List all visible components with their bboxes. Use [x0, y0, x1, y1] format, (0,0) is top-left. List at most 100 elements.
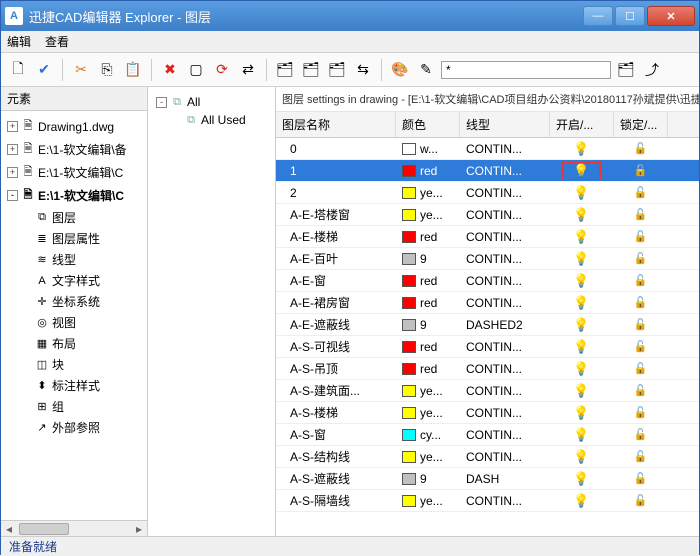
bulb-icon[interactable]: 💡 — [573, 185, 589, 201]
cell-linetype[interactable]: CONTIN... — [460, 208, 550, 222]
expand-icon[interactable]: - — [7, 190, 18, 201]
lock-icon[interactable]: 🔓 — [634, 318, 648, 331]
brush-icon[interactable]: ✎ — [415, 59, 437, 81]
filter-tree[interactable]: -⧉All⧉All Used — [148, 87, 275, 135]
layer-states-icon[interactable]: 🗂 — [326, 59, 348, 81]
cell-on[interactable]: 💡 — [550, 405, 614, 421]
swap-icon[interactable]: ⇆ — [352, 59, 374, 81]
bulb-icon[interactable]: 💡 — [573, 471, 589, 487]
table-row[interactable]: A-E-楼梯redCONTIN...💡🔓 — [276, 226, 699, 248]
col-linetype[interactable]: 线型 — [460, 112, 550, 137]
bulb-icon[interactable]: 💡 — [573, 207, 589, 223]
tree-child-item[interactable]: ⧉图层 — [3, 207, 145, 228]
cell-linetype[interactable]: CONTIN... — [460, 362, 550, 376]
layer-filter1-icon[interactable]: 🗂 — [274, 59, 296, 81]
cell-linetype[interactable]: DASHED2 — [460, 318, 550, 332]
cell-on[interactable]: 💡 — [550, 229, 614, 245]
new-doc-icon[interactable]: 🗋 — [7, 59, 29, 81]
bulb-icon[interactable]: 💡 — [573, 405, 589, 421]
filter-item[interactable]: ⧉All Used — [152, 111, 271, 129]
cell-linetype[interactable]: CONTIN... — [460, 450, 550, 464]
table-row[interactable]: A-E-遮蔽线9DASHED2💡🔓 — [276, 314, 699, 336]
new-layer-icon[interactable]: ▢ — [185, 59, 207, 81]
maximize-button[interactable]: ☐ — [615, 6, 645, 26]
cell-color[interactable]: ye... — [396, 186, 460, 200]
export-icon[interactable]: ⤴ — [641, 59, 663, 81]
elements-tree[interactable]: +🗎Drawing1.dwg+🗎E:\1-软文编辑\备+🗎E:\1-软文编辑\C… — [1, 111, 147, 520]
cell-on[interactable]: 💡 — [550, 141, 614, 157]
lock-icon[interactable]: 🔓 — [634, 428, 648, 441]
table-row[interactable]: A-S-楼梯ye...CONTIN...💡🔓 — [276, 402, 699, 424]
lock-icon[interactable]: 🔓 — [634, 472, 648, 485]
cell-linetype[interactable]: CONTIN... — [460, 406, 550, 420]
color-icon[interactable]: 🎨 — [389, 59, 411, 81]
cell-lock[interactable]: 🔓 — [614, 450, 668, 463]
cell-linetype[interactable]: CONTIN... — [460, 142, 550, 156]
check-icon[interactable]: ✔ — [33, 59, 55, 81]
table-row[interactable]: A-S-结构线ye...CONTIN...💡🔓 — [276, 446, 699, 468]
table-row[interactable]: A-E-窗redCONTIN...💡🔓 — [276, 270, 699, 292]
cell-on[interactable]: 💡 — [550, 251, 614, 267]
cell-lock[interactable]: 🔓 — [614, 472, 668, 485]
cell-linetype[interactable]: CONTIN... — [460, 274, 550, 288]
bulb-icon[interactable]: 💡 — [573, 383, 589, 399]
cell-color[interactable]: ye... — [396, 494, 460, 508]
cell-linetype[interactable]: CONTIN... — [460, 164, 550, 178]
col-lock[interactable]: 锁定/... — [614, 112, 668, 137]
tree-child-item[interactable]: ▦布局 — [3, 333, 145, 354]
table-row[interactable]: A-S-隔墙线ye...CONTIN...💡🔓 — [276, 490, 699, 512]
filter-input[interactable] — [441, 61, 611, 79]
cell-on[interactable]: 💡 — [550, 361, 614, 377]
table-row[interactable]: A-S-遮蔽线9DASH💡🔓 — [276, 468, 699, 490]
cell-lock[interactable]: 🔓 — [614, 230, 668, 243]
bulb-icon[interactable]: 💡 — [573, 163, 589, 179]
cell-on[interactable]: 💡 — [550, 207, 614, 223]
cell-lock[interactable]: 🔓 — [614, 362, 668, 375]
copy-icon[interactable]: ⎘ — [96, 59, 118, 81]
expand-icon[interactable]: + — [7, 144, 18, 155]
table-row[interactable]: A-E-塔楼窗ye...CONTIN...💡🔓 — [276, 204, 699, 226]
cell-linetype[interactable]: CONTIN... — [460, 340, 550, 354]
lock-icon[interactable]: 🔓 — [634, 362, 648, 375]
table-row[interactable]: 1redCONTIN...💡🔓 — [276, 160, 699, 182]
cell-linetype[interactable]: CONTIN... — [460, 252, 550, 266]
cell-color[interactable]: w... — [396, 142, 460, 156]
cell-lock[interactable]: 🔓 — [614, 384, 668, 397]
lock-icon[interactable]: 🔓 — [634, 450, 648, 463]
tree-child-item[interactable]: ✛坐标系统 — [3, 291, 145, 312]
tree-child-item[interactable]: ≣图层属性 — [3, 228, 145, 249]
cell-color[interactable]: red — [396, 296, 460, 310]
bulb-icon[interactable]: 💡 — [573, 427, 589, 443]
tree-item[interactable]: +🗎E:\1-软文编辑\C — [3, 161, 145, 184]
cell-color[interactable]: red — [396, 274, 460, 288]
cell-lock[interactable]: 🔓 — [614, 318, 668, 331]
lock-icon[interactable]: 🔓 — [634, 494, 648, 507]
cell-lock[interactable]: 🔓 — [614, 274, 668, 287]
layer-filter2-icon[interactable]: 🗂 — [300, 59, 322, 81]
cell-color[interactable]: ye... — [396, 208, 460, 222]
cell-on[interactable]: 💡 — [550, 273, 614, 289]
table-row[interactable]: 0w...CONTIN...💡🔓 — [276, 138, 699, 160]
cell-on[interactable]: 💡 — [550, 449, 614, 465]
cell-lock[interactable]: 🔓 — [614, 340, 668, 353]
cell-on[interactable]: 💡 — [550, 317, 614, 333]
bulb-icon[interactable]: 💡 — [573, 493, 589, 509]
delete-icon[interactable]: ✖ — [159, 59, 181, 81]
menu-view[interactable]: 查看 — [45, 33, 69, 50]
minimize-button[interactable]: — — [583, 6, 613, 26]
expand-icon[interactable]: + — [7, 167, 18, 178]
lock-icon[interactable]: 🔓 — [634, 186, 648, 199]
refresh-icon[interactable]: ⟳ — [211, 59, 233, 81]
tree-item[interactable]: +🗎Drawing1.dwg — [3, 115, 145, 138]
lock-icon[interactable]: 🔓 — [634, 384, 648, 397]
bulb-icon[interactable]: 💡 — [573, 449, 589, 465]
filter-item[interactable]: -⧉All — [152, 93, 271, 111]
col-name[interactable]: 图层名称 — [276, 112, 396, 137]
lock-icon[interactable]: 🔓 — [634, 274, 648, 287]
layer-manage-icon[interactable]: 🗂 — [615, 59, 637, 81]
cell-lock[interactable]: 🔓 — [614, 406, 668, 419]
table-row[interactable]: A-S-吊顶redCONTIN...💡🔓 — [276, 358, 699, 380]
lock-icon[interactable]: 🔓 — [634, 340, 648, 353]
tree-child-item[interactable]: ⊞组 — [3, 396, 145, 417]
tree-item[interactable]: +🗎E:\1-软文编辑\备 — [3, 138, 145, 161]
